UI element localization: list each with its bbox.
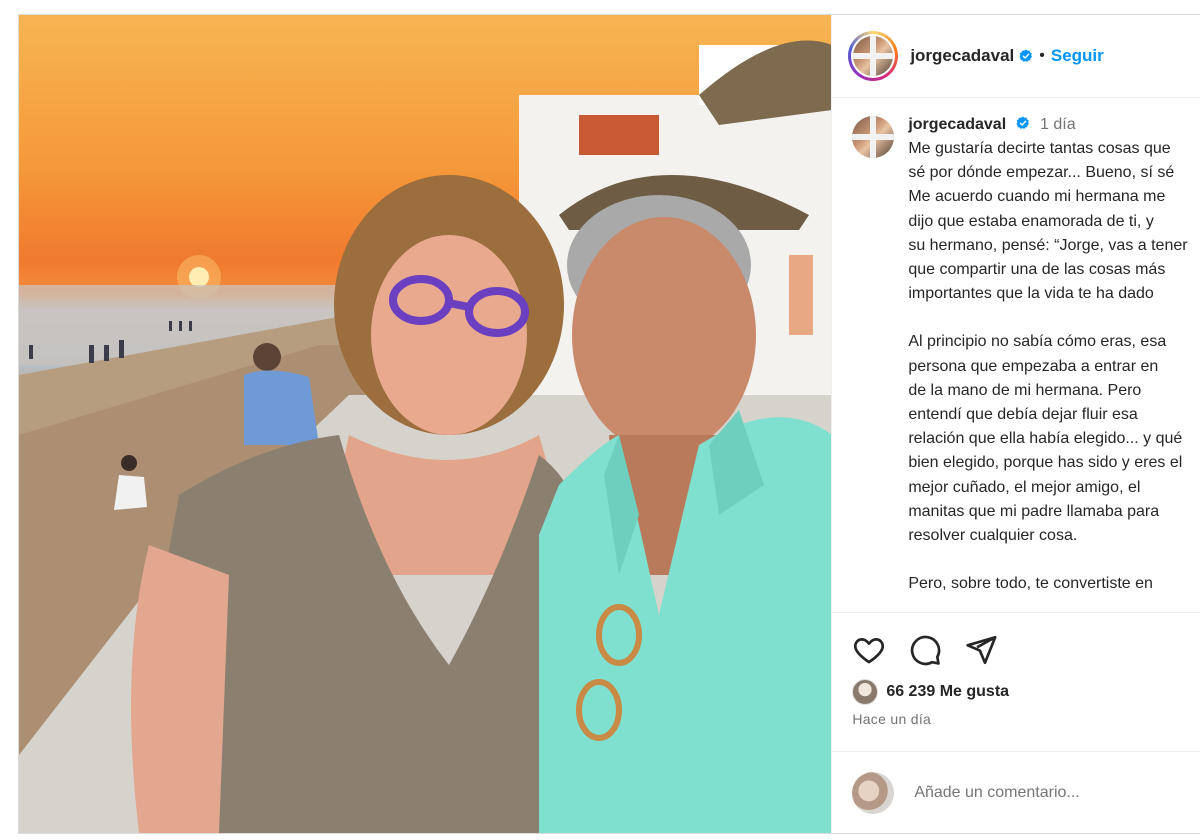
caption-username[interactable]: jorgecadaval <box>908 116 1006 133</box>
avatar-image <box>853 36 894 76</box>
caption-line: entendí que debía dejar fluir esa <box>908 406 1138 424</box>
post-actions <box>852 633 998 667</box>
avatar-ring-inner <box>851 34 896 78</box>
caption-line: Al principio no sabía cómo eras, esa <box>908 333 1167 351</box>
caption-text: Me gustaría decirte tantas cosas que sé … <box>908 137 1200 596</box>
caption-row: jorgecadaval 1 día Me gustaría decirte t… <box>832 98 1200 612</box>
caption-paragraph: Me gustaría decirte tantas cosas que sé … <box>908 137 1200 306</box>
caption-scroll-area[interactable]: jorgecadaval 1 día Me gustaría decirte t… <box>832 98 1200 613</box>
caption-line: Pero, sobre todo, te convertiste en <box>908 575 1153 593</box>
caption-paragraph: Al principio no sabía cómo eras, esa per… <box>908 330 1200 548</box>
caption-line: su hermano, pensé: “Jorge, vas a tener <box>908 236 1188 254</box>
instagram-post: jorgecadaval • Seguir jorgecadaval 1 día… <box>18 14 1200 834</box>
caption-line: Me gustaría decirte tantas cosas que <box>908 140 1171 157</box>
caption-line: dijo que estaba enamorada de ti, y <box>908 212 1154 230</box>
caption-line: bien elegido, porque has sido y eres el <box>908 454 1183 472</box>
viewer-avatar <box>852 772 895 814</box>
posted-time[interactable]: Hace un día <box>852 711 931 727</box>
caption-line: Me acuerdo cuando mi hermana me <box>908 188 1166 206</box>
caption-header: jorgecadaval 1 día <box>908 116 1200 134</box>
likes-count[interactable]: 66 239 Me gusta <box>886 683 1009 701</box>
follow-button[interactable]: Seguir <box>1051 46 1104 66</box>
comment-box <box>832 751 1200 833</box>
caption-line: manitas que mi padre llamaba para <box>908 502 1160 520</box>
post-side-panel: jorgecadaval • Seguir jorgecadaval 1 día… <box>831 15 1200 833</box>
caption-body: jorgecadaval 1 día Me gustaría decirte t… <box>908 116 1200 612</box>
comment-bubble-icon[interactable] <box>908 633 942 667</box>
caption-line: importantes que la vida te ha dado <box>908 285 1154 303</box>
post-header: jorgecadaval • Seguir <box>832 15 1200 98</box>
caption-time[interactable]: 1 día <box>1040 116 1076 133</box>
caption-line: que compartir una de las cosas más <box>908 261 1166 279</box>
caption-line: relación que ella había elegido... y qué <box>908 430 1183 448</box>
comment-input[interactable] <box>912 783 1197 803</box>
photo-illustration <box>19 40 832 833</box>
heart-icon[interactable] <box>852 633 886 667</box>
likes-summary[interactable]: 66 239 Me gusta <box>852 679 1009 705</box>
verified-badge-icon <box>1019 49 1033 62</box>
caption-line: de la mano de mi hermana. Pero <box>908 381 1142 399</box>
post-photo[interactable] <box>19 15 832 833</box>
caption-line: sé por dónde empezar... Bueno, sí sé <box>908 164 1175 182</box>
caption-line: resolver cualquier cosa. <box>908 527 1078 545</box>
caption-line: mejor cuñado, el mejor amigo, el <box>908 478 1141 496</box>
caption-line: persona que empezaba a entrar en <box>908 357 1159 375</box>
author-avatar[interactable] <box>848 31 899 81</box>
caption-author-avatar[interactable] <box>852 116 895 158</box>
author-username[interactable]: jorgecadaval <box>910 46 1014 66</box>
liker-avatar <box>852 679 879 705</box>
header-separator: • <box>1039 47 1045 64</box>
caption-paragraph: Pero, sobre todo, te convertiste en <box>908 572 1200 596</box>
paper-plane-icon[interactable] <box>964 633 998 667</box>
verified-badge-icon <box>1016 116 1029 129</box>
